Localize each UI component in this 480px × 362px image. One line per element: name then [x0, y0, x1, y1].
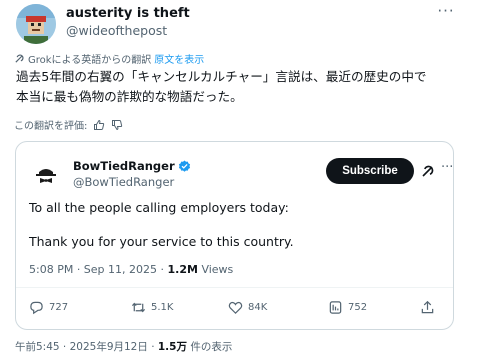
- quoted-text-line: Thank you for your service to this count…: [29, 234, 294, 249]
- quoted-text-line: To all the people calling employers toda…: [29, 200, 289, 215]
- translation-label: Grokによる英語からの翻訳: [28, 55, 152, 66]
- reply-count: 727: [49, 302, 69, 313]
- quoted-tweet[interactable]: BowTiedRanger @BowTiedRanger Subscribe ·…: [15, 141, 454, 330]
- views-count: 752: [348, 302, 368, 313]
- views-suffix: 件の表示: [186, 341, 233, 353]
- reply-icon: [30, 301, 43, 315]
- grok-icon[interactable]: [421, 164, 435, 178]
- timestamp-text[interactable]: 午前5:45 · 2025年9月12日 ·: [15, 341, 158, 353]
- quoted-timestamp[interactable]: 5:08 PM · Sep 11, 2025 ·: [29, 263, 168, 276]
- reply-button[interactable]: 727: [29, 300, 68, 315]
- tweet-timestamp: 午前5:45 · 2025年9月12日 · 1.5万 件の表示: [15, 340, 232, 354]
- translation-note: Grokによる英語からの翻訳 原文を表示: [14, 51, 204, 66]
- like-icon: [228, 301, 243, 314]
- grok-icon: [15, 54, 24, 63]
- tweet-text: 過去5年間の右翼の「キャンセルカルチャー」言説は、最近の歴史の中で 本当に最も偽…: [16, 67, 461, 107]
- verified-badge-icon: [178, 160, 190, 172]
- views-button[interactable]: 752: [328, 300, 367, 315]
- quoted-views-label: Views: [197, 263, 234, 276]
- share-button[interactable]: [420, 300, 440, 315]
- tweet-text-line: 過去5年間の右翼の「キャンセルカルチャー」言説は、最近の歴史の中で: [16, 69, 427, 84]
- thumbs-up-icon[interactable]: [93, 119, 105, 131]
- quoted-author-name[interactable]: BowTiedRanger: [73, 159, 175, 174]
- views-icon: [329, 301, 342, 314]
- more-options-icon[interactable]: ···: [436, 4, 456, 20]
- quoted-more-options-icon[interactable]: ···: [441, 161, 455, 175]
- share-icon: [421, 300, 434, 314]
- quoted-meta: 5:08 PM · Sep 11, 2025 · 1.2M Views: [29, 262, 233, 278]
- rate-label: この翻訳を評価:: [14, 121, 88, 132]
- like-button[interactable]: 84K: [228, 300, 267, 315]
- author-name[interactable]: austerity is theft: [66, 5, 190, 22]
- views-count-main: 1.5万: [157, 341, 187, 353]
- subscribe-button[interactable]: Subscribe: [326, 158, 414, 184]
- author-handle[interactable]: @wideofthepost: [66, 22, 190, 39]
- quoted-author-avatar[interactable]: [30, 159, 62, 191]
- thumbs-down-icon[interactable]: [111, 119, 123, 131]
- tweet-text-line: 本当に最も偽物の詐欺的な物語だった。: [16, 89, 243, 104]
- repost-icon: [131, 302, 146, 313]
- quoted-views-count: 1.2M: [167, 263, 198, 276]
- quoted-author-handle[interactable]: @BowTiedRanger: [73, 174, 191, 190]
- like-count: 84K: [248, 302, 268, 313]
- repost-button[interactable]: 5.1K: [131, 300, 173, 315]
- author-avatar[interactable]: [16, 4, 56, 44]
- repost-count: 5.1K: [151, 302, 174, 313]
- rate-translation: この翻訳を評価:: [14, 117, 123, 132]
- divider: [16, 287, 453, 288]
- show-original-link[interactable]: 原文を表示: [154, 51, 204, 66]
